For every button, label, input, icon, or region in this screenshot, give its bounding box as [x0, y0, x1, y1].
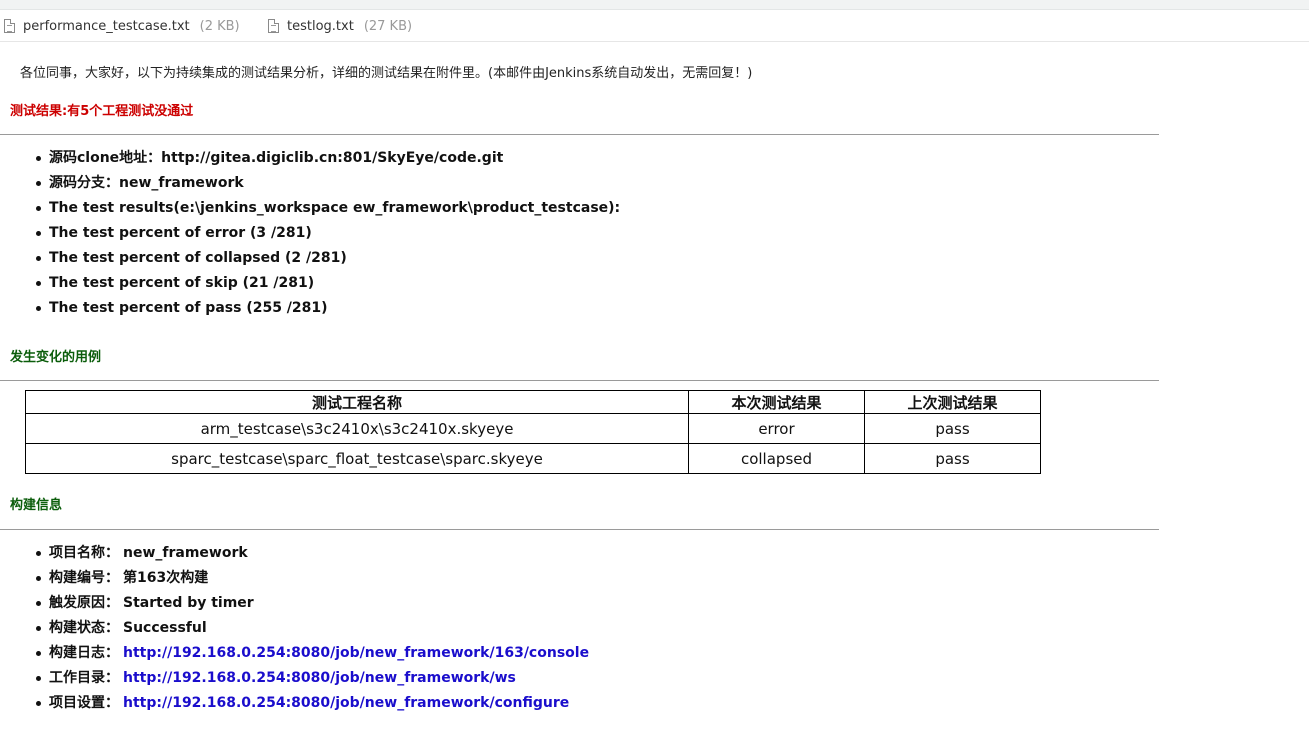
column-header: 本次测试结果 [688, 390, 865, 414]
column-header: 上次测试结果 [864, 390, 1041, 414]
file-icon [268, 19, 279, 33]
list-item: The test results(e:\jenkins_workspace ew… [0, 198, 620, 223]
list-item: 项目名称： new_framework [0, 543, 589, 568]
build-info-label: 构建日志： [49, 645, 119, 661]
build-info-label: 项目名称： [49, 545, 119, 561]
divider [0, 380, 1159, 381]
attachment-size: (27 KB) [363, 18, 413, 34]
build-info-label: 构建编号： [49, 570, 119, 586]
divider [0, 529, 1159, 530]
list-item: The test percent of collapsed (2 /281) [0, 248, 620, 273]
window-top-strip [0, 0, 1309, 10]
list-item: 触发原因： Started by timer [0, 593, 589, 618]
attachment-name: testlog.txt [287, 18, 354, 34]
list-item: The test percent of skip (21 /281) [0, 273, 620, 298]
attachment-bar: performance_testcase.txt (2 KB) testlog.… [0, 10, 1309, 42]
column-header: 测试工程名称 [25, 390, 689, 414]
build-info-label: 构建状态： [49, 620, 119, 636]
attachment-performance-testcase[interactable]: performance_testcase.txt (2 KB) [4, 16, 240, 36]
build-info-label: 工作目录： [49, 670, 119, 686]
table-header-row: 测试工程名称 本次测试结果 上次测试结果 [25, 390, 1041, 414]
attachment-name: performance_testcase.txt [23, 18, 190, 34]
build-info-label: 项目设置： [49, 695, 119, 711]
list-item: 项目设置： http://192.168.0.254:8080/job/new_f… [0, 693, 589, 718]
list-item: 构建日志： http://192.168.0.254:8080/job/new_f… [0, 643, 589, 668]
intro-text: 各位同事，大家好，以下为持续集成的测试结果分析，详细的测试结果在附件里。(本邮件… [20, 66, 753, 81]
build-info-label: 触发原因： [49, 595, 119, 611]
build-info-list: 项目名称： new_framework 构建编号： 第163次构建 触发原因： Sta… [0, 543, 589, 718]
list-item: 源码clone地址：http://gitea.digiclib.cn:801/S… [0, 148, 620, 173]
list-item: The test percent of pass (255 /281) [0, 298, 620, 323]
table-row: sparc_testcase\sparc_float_testcase\spar… [25, 443, 1041, 474]
trigger-cause-value: Started by timer [123, 595, 254, 611]
build-status-value: Successful [123, 620, 207, 636]
changes-table: 测试工程名称 本次测试结果 上次测试结果 arm_testcase\s3c241… [25, 390, 1041, 474]
list-item: The test percent of error (3 /281) [0, 223, 620, 248]
workspace-link[interactable]: http://192.168.0.254:8080/job/new_framew… [123, 670, 516, 686]
build-log-link[interactable]: http://192.168.0.254:8080/job/new_framew… [123, 645, 589, 661]
divider [0, 134, 1159, 135]
project-config-link[interactable]: http://192.168.0.254:8080/job/new_framew… [123, 695, 569, 711]
table-cell: error [688, 413, 865, 444]
list-item: 源码分支：new_framework [0, 173, 620, 198]
table-cell: pass [864, 413, 1041, 444]
list-item: 构建编号： 第163次构建 [0, 568, 589, 593]
table-cell: pass [864, 443, 1041, 474]
summary-list: 源码clone地址：http://gitea.digiclib.cn:801/S… [0, 148, 620, 323]
table-row: arm_testcase\s3c2410x\s3c2410x.skyeye er… [25, 413, 1041, 444]
list-item: 构建状态： Successful [0, 618, 589, 643]
table-cell: arm_testcase\s3c2410x\s3c2410x.skyeye [25, 413, 689, 444]
attachment-size: (2 KB) [199, 18, 240, 34]
build-info-heading: 构建信息 [10, 498, 63, 513]
table-cell: sparc_testcase\sparc_float_testcase\spar… [25, 443, 689, 474]
build-number-value: 第163次构建 [123, 570, 209, 586]
file-icon [4, 19, 15, 33]
list-item: 工作目录： http://192.168.0.254:8080/job/new_f… [0, 668, 589, 693]
changes-heading: 发生变化的用例 [10, 350, 102, 365]
result-heading: 测试结果:有5个工程测试没通过 [10, 104, 194, 119]
table-cell: collapsed [688, 443, 865, 474]
project-name-value: new_framework [123, 545, 248, 561]
attachment-testlog[interactable]: testlog.txt (27 KB) [268, 16, 412, 36]
